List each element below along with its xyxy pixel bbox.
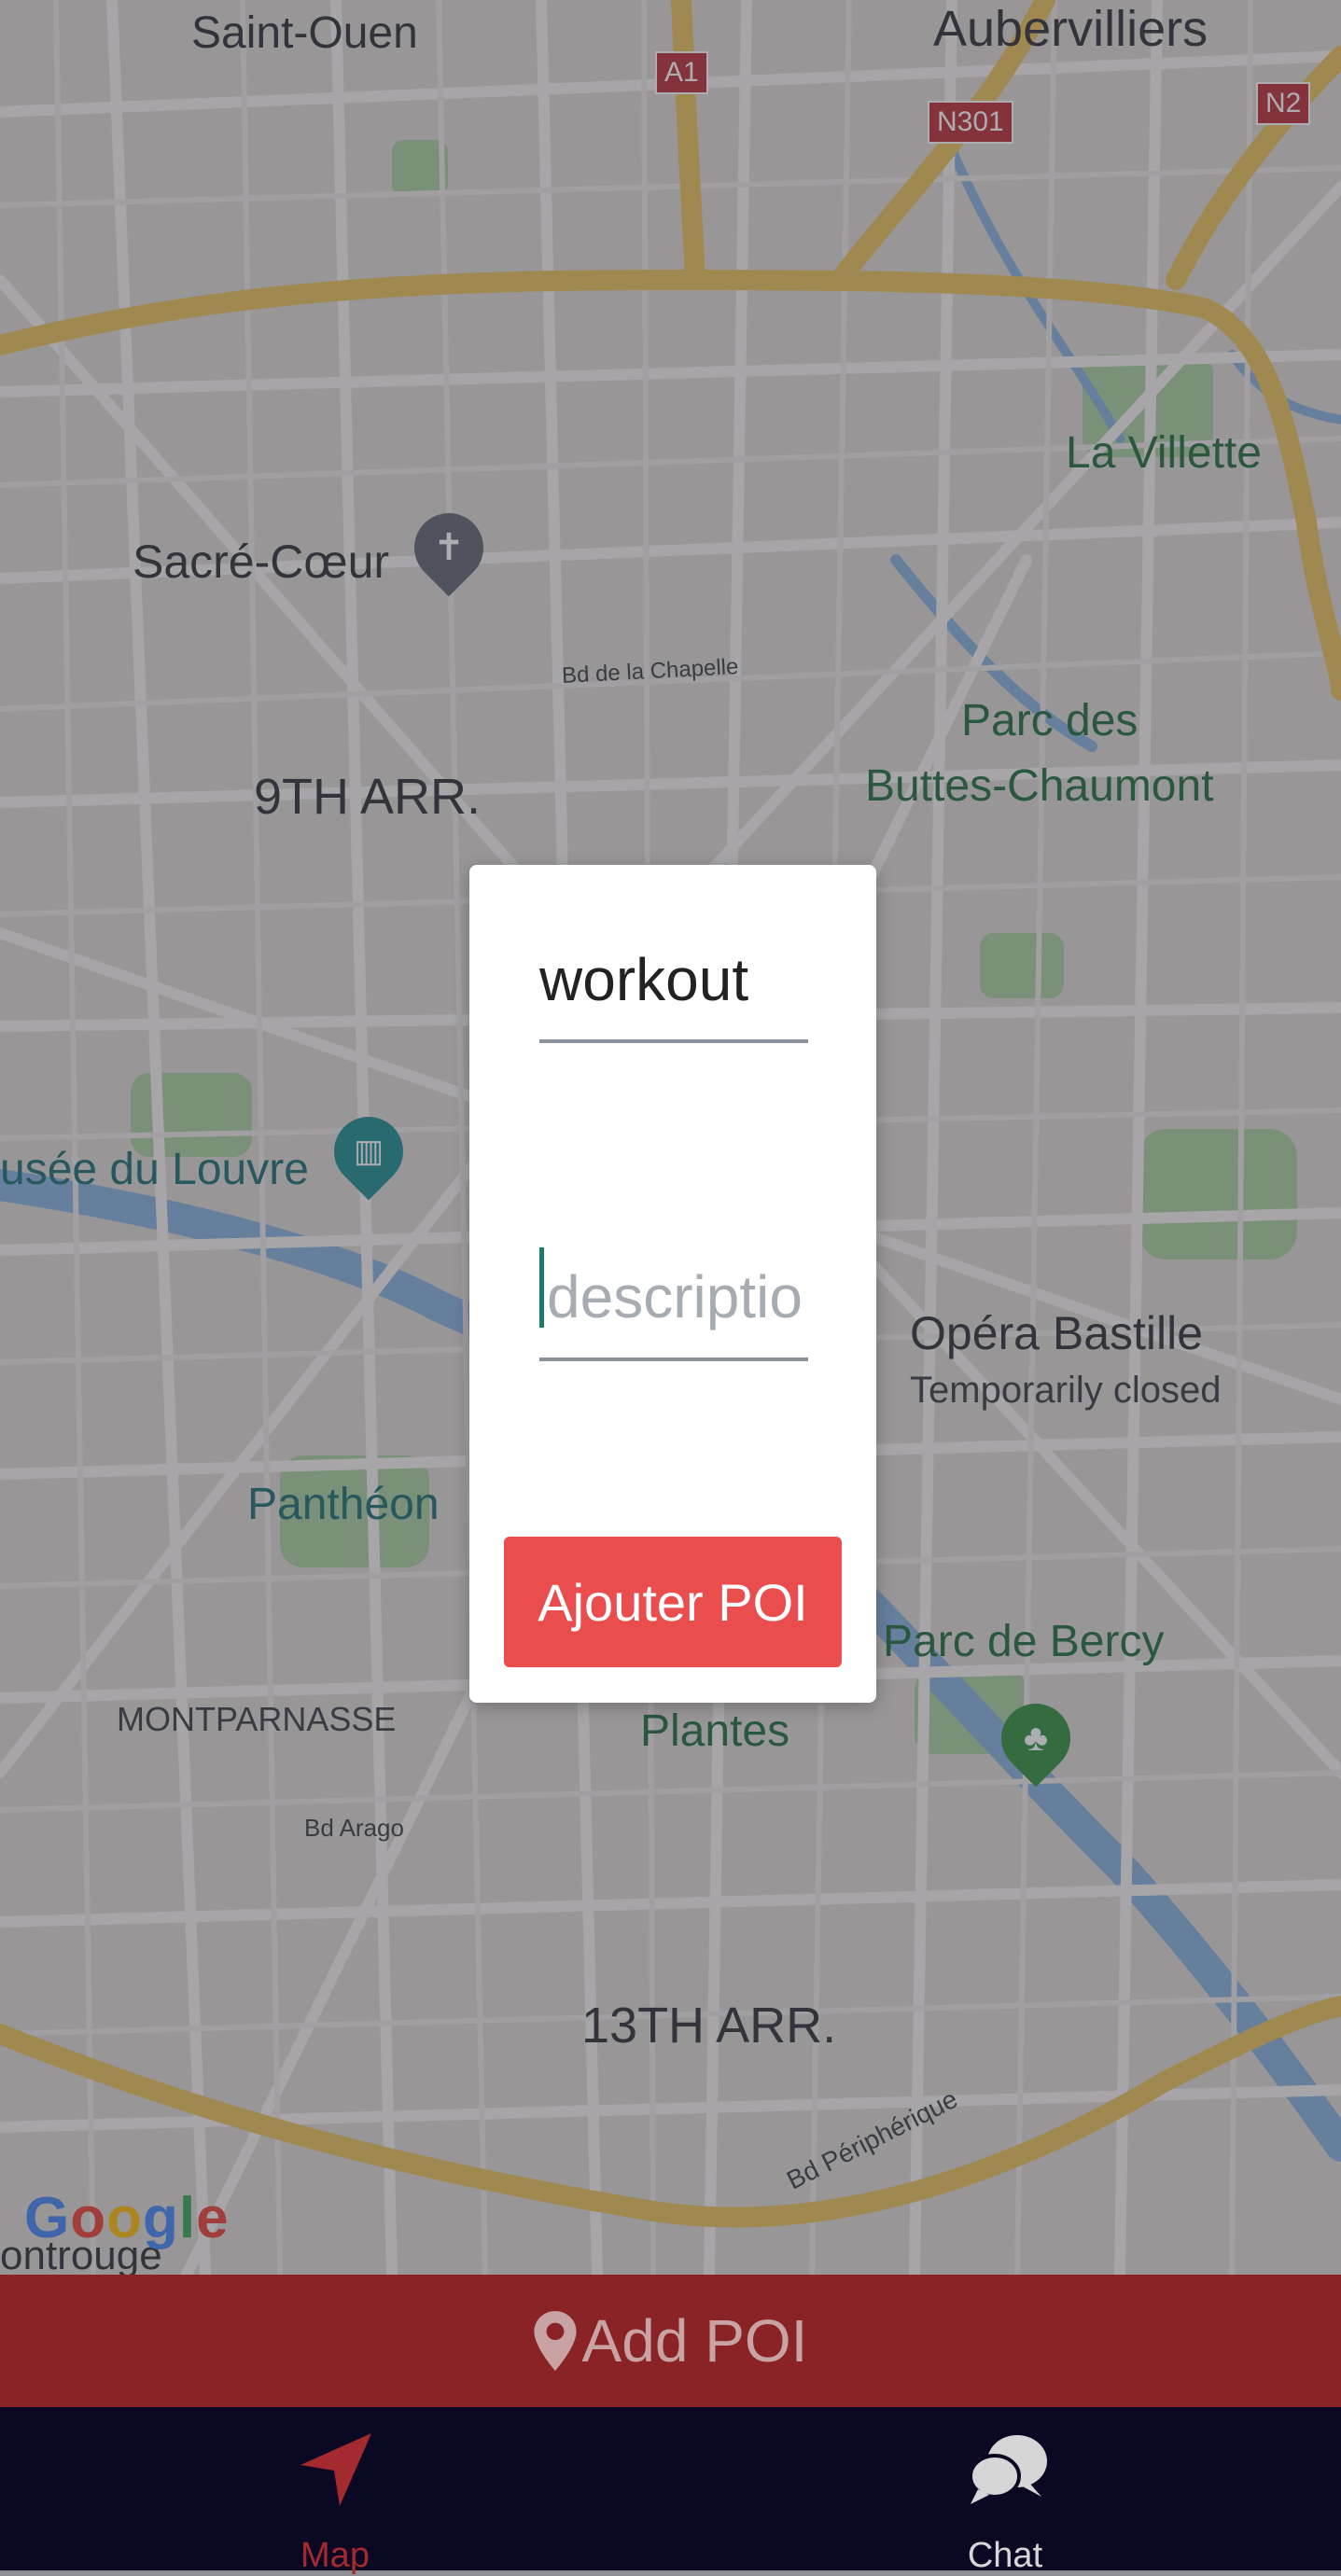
poi-description-input[interactable] xyxy=(539,1255,808,1339)
chat-bubbles-icon xyxy=(969,2435,1047,2504)
add-poi-bar-button[interactable]: Add POI xyxy=(0,2275,1341,2407)
navigation-arrow-icon xyxy=(300,2433,371,2506)
tab-chat[interactable]: Chat xyxy=(670,2407,1340,2575)
bottom-tab-bar: Map Chat xyxy=(0,2407,1341,2575)
tab-map[interactable]: Map xyxy=(0,2407,670,2575)
add-poi-bar-label: Add POI xyxy=(581,2307,808,2374)
poi-title-underline xyxy=(539,1039,808,1043)
poi-title-input[interactable] xyxy=(539,938,808,1022)
add-poi-dialog: Ajouter POI xyxy=(469,865,876,1703)
ajouter-poi-button[interactable]: Ajouter POI xyxy=(504,1537,842,1667)
map-pin-icon xyxy=(533,2311,577,2371)
poi-description-underline xyxy=(539,1358,808,1361)
